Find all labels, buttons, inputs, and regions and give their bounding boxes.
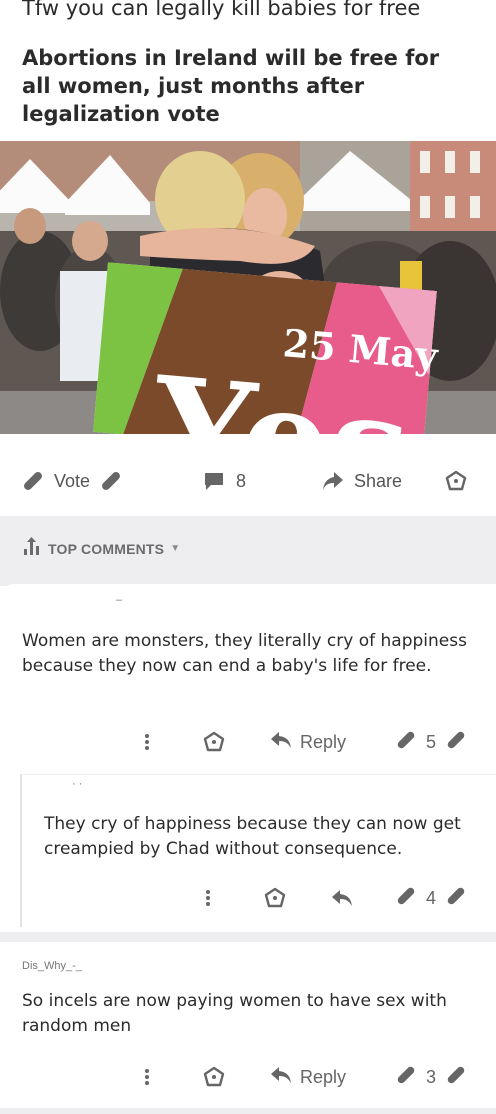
- reply-label: Reply: [300, 1066, 347, 1087]
- downvote-icon[interactable]: [444, 728, 468, 757]
- comment-count: 8: [236, 470, 247, 491]
- reply-button[interactable]: Reply: [270, 1062, 346, 1092]
- share-button[interactable]: Share: [322, 456, 410, 506]
- comment-vote-group: 5: [394, 727, 468, 757]
- comment-icon: [204, 471, 224, 491]
- comment-action-row: Reply 3: [0, 1062, 496, 1092]
- post-action-bar: Vote 8 Share: [0, 456, 496, 506]
- share-icon: [322, 471, 344, 491]
- reply-author[interactable]: · ·: [72, 778, 82, 790]
- vote-group: Vote: [20, 456, 124, 506]
- comment-vote-group: 3: [394, 1062, 468, 1092]
- upvote-icon[interactable]: [20, 468, 46, 494]
- downvote-icon[interactable]: [444, 884, 468, 913]
- bottom-separator: [0, 1108, 496, 1114]
- reply-label: Reply: [300, 731, 347, 752]
- reply-text: They cry of happiness because they can n…: [44, 814, 461, 859]
- reply-icon: [270, 1066, 292, 1089]
- comment-text: So incels are now paying women to have s…: [22, 991, 447, 1036]
- downvote-icon[interactable]: [98, 468, 124, 494]
- upvote-icon[interactable]: [394, 728, 418, 757]
- sort-label: TOP COMMENTS: [48, 540, 165, 557]
- comment-score: 5: [426, 731, 437, 752]
- reply-button[interactable]: Reply: [270, 727, 346, 757]
- comment-action-row: Reply 5: [0, 727, 496, 757]
- award-icon[interactable]: [264, 883, 286, 913]
- article-headline[interactable]: Abortions in Ireland will be free for al…: [22, 44, 462, 128]
- more-options-icon[interactable]: [140, 1062, 154, 1092]
- reply-icon: [270, 731, 292, 754]
- chevron-down-icon: ▼: [170, 543, 181, 554]
- reply-vote-group: 4: [394, 883, 468, 913]
- award-button[interactable]: [445, 456, 467, 506]
- comment-author[interactable]: Dis_Why_-_: [22, 960, 82, 972]
- downvote-icon[interactable]: [444, 1063, 468, 1092]
- share-label: Share: [354, 470, 403, 491]
- reply-icon[interactable]: [331, 883, 353, 913]
- reply-score: 4: [426, 887, 437, 908]
- comment-score: 3: [426, 1066, 437, 1087]
- comment-text: Women are monsters, they literally cry o…: [22, 631, 467, 676]
- comment-author[interactable]: –: [116, 594, 122, 606]
- post-title: Tfw you can legally kill babies for free: [22, 0, 421, 20]
- more-options-icon[interactable]: [201, 883, 215, 913]
- sort-bars-icon: [22, 537, 42, 560]
- more-options-icon[interactable]: [140, 727, 154, 757]
- comment-sort-selector[interactable]: TOP COMMENTS ▼: [22, 537, 180, 560]
- reply-action-row: 4: [0, 883, 496, 913]
- upvote-icon[interactable]: [394, 884, 418, 913]
- comments-button[interactable]: 8: [204, 456, 254, 506]
- award-icon[interactable]: [203, 727, 225, 757]
- award-icon: [445, 470, 467, 492]
- award-icon[interactable]: [203, 1062, 225, 1092]
- vote-label: Vote: [54, 470, 91, 491]
- upvote-icon[interactable]: [394, 1063, 418, 1092]
- post-image[interactable]: 25 May Yes: [0, 141, 496, 434]
- comment-separator: [0, 932, 496, 942]
